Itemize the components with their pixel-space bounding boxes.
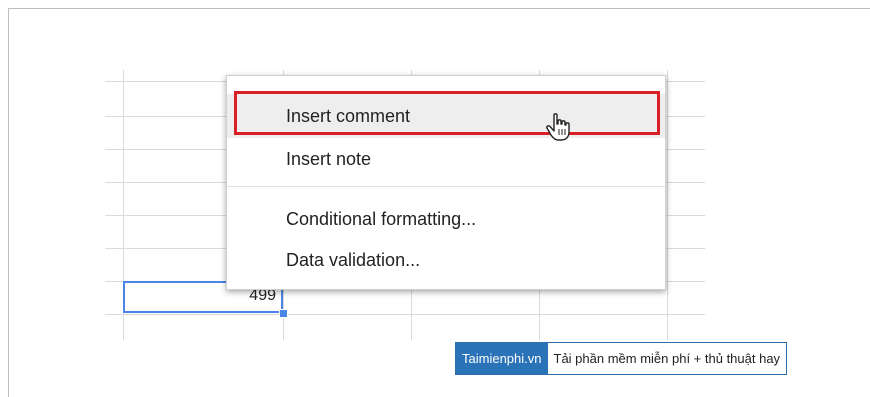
menu-item-conditional-formatting[interactable]: Conditional formatting... [227,197,665,241]
watermark-banner: Taimienphi.vn Tải phần mềm miễn phí + th… [455,342,788,375]
fill-handle[interactable] [279,309,288,318]
hand-pointer-icon [546,113,570,141]
menu-separator [227,186,665,187]
watermark-tagline: Tải phần mềm miễn phí + thủ thuật hay [547,343,787,374]
grid-col-line [667,70,668,340]
menu-item-label: Insert note [286,149,372,169]
menu-item-data-validation[interactable]: Data validation... [227,238,665,282]
grid-row-line [105,314,705,315]
menu-item-insert-note[interactable]: Insert note [227,137,665,181]
menu-item-label: Conditional formatting... [286,209,477,229]
watermark-brand: Taimienphi.vn [456,343,548,374]
context-menu: Insert comment Insert note Conditional f… [226,75,666,290]
menu-item-label: Insert comment [286,106,411,126]
menu-item-label: Data validation... [286,250,421,270]
menu-item-insert-comment[interactable]: Insert comment [227,94,665,138]
